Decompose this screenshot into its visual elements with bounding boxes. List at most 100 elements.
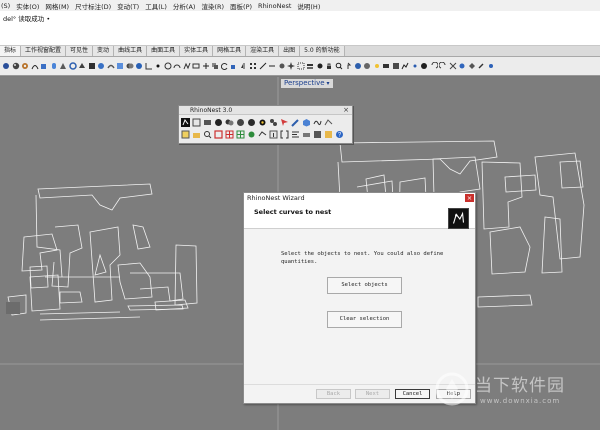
options-icon[interactable] xyxy=(420,62,428,70)
revolve-icon[interactable] xyxy=(97,62,105,70)
zoom-icon[interactable] xyxy=(335,62,343,70)
layer-icon[interactable] xyxy=(306,62,314,70)
save-icon[interactable] xyxy=(313,130,322,139)
sphere-icon[interactable] xyxy=(12,62,20,70)
tab-standard[interactable]: 指标 xyxy=(0,46,22,56)
objects-icon[interactable] xyxy=(225,118,234,127)
frame-red-icon[interactable] xyxy=(214,130,223,139)
printer-icon[interactable] xyxy=(302,130,311,139)
light-icon[interactable] xyxy=(373,62,381,70)
tab-visibility[interactable]: 可见性 xyxy=(66,46,94,56)
tab-solid-tools[interactable]: 实体工具 xyxy=(180,46,214,56)
pan-icon[interactable] xyxy=(344,62,352,70)
tab-mesh-tools[interactable]: 网格工具 xyxy=(213,46,247,56)
explode-icon[interactable] xyxy=(287,62,295,70)
viewport-label[interactable]: Perspective ▾ xyxy=(281,79,333,88)
lock-icon[interactable] xyxy=(325,62,333,70)
bracket-icon[interactable] xyxy=(280,130,289,139)
curve-icon[interactable] xyxy=(31,62,39,70)
menu-item-panels[interactable]: 面板(P) xyxy=(230,1,252,11)
select-icon[interactable] xyxy=(2,62,10,70)
nest-icon[interactable] xyxy=(468,62,476,70)
folder-icon[interactable] xyxy=(192,130,201,139)
menu-item-transform[interactable]: 变动(T) xyxy=(117,1,139,11)
stop-nest-icon[interactable] xyxy=(247,118,256,127)
menu-item-s[interactable]: (S) xyxy=(1,2,10,10)
box-icon[interactable] xyxy=(40,62,48,70)
contour-icon[interactable] xyxy=(258,130,267,139)
redo-icon[interactable] xyxy=(439,62,447,70)
render-icon[interactable] xyxy=(354,62,362,70)
refresh-icon[interactable] xyxy=(247,130,256,139)
hide-icon[interactable] xyxy=(316,62,324,70)
cone-icon[interactable] xyxy=(59,62,67,70)
export-icon[interactable] xyxy=(324,130,333,139)
help-icon[interactable]: ? xyxy=(335,130,344,139)
cylinder-icon[interactable] xyxy=(50,62,58,70)
menu-item-solid[interactable]: 实体(O) xyxy=(16,1,39,11)
rhinonest-toolbar-close-icon[interactable]: × xyxy=(343,106,349,115)
rectangle-icon[interactable] xyxy=(192,62,200,70)
menu-item-dimension[interactable]: 尺寸标注(D) xyxy=(75,1,111,11)
close-icon[interactable]: × xyxy=(465,194,474,202)
tab-drafting[interactable]: 出图 xyxy=(279,46,301,56)
properties-icon[interactable] xyxy=(392,62,400,70)
grid-green-icon[interactable] xyxy=(236,130,245,139)
sheet-icon[interactable] xyxy=(203,118,212,127)
boolean-union-icon[interactable] xyxy=(126,62,134,70)
info-icon[interactable] xyxy=(269,130,278,139)
sweep-icon[interactable] xyxy=(106,62,115,70)
grid-icon[interactable] xyxy=(449,62,457,70)
undo-icon[interactable] xyxy=(430,62,438,70)
pen-icon[interactable] xyxy=(477,62,485,70)
cancel-button[interactable]: Cancel xyxy=(395,389,430,399)
rhinonest-floating-toolbar[interactable]: RhinoNest 3.0 × ? xyxy=(178,105,353,144)
back-button[interactable]: Back xyxy=(316,389,351,399)
trim-icon[interactable] xyxy=(259,62,267,70)
fillet-icon[interactable] xyxy=(145,62,153,70)
menu-item-render[interactable]: 渲染(R) xyxy=(201,1,224,11)
arrow-icon[interactable] xyxy=(280,118,289,127)
nest-result-icon[interactable] xyxy=(258,118,267,127)
rotate-icon[interactable] xyxy=(220,62,229,70)
menu-item-tools[interactable]: 工具(L) xyxy=(145,1,167,11)
copy-icon[interactable] xyxy=(211,62,219,70)
patch-icon[interactable] xyxy=(116,62,124,70)
edit-icon[interactable] xyxy=(291,118,300,127)
grid-red-icon[interactable] xyxy=(225,130,234,139)
move-icon[interactable] xyxy=(202,62,210,70)
start-nest-icon[interactable] xyxy=(236,118,245,127)
wave-icon[interactable] xyxy=(313,118,322,127)
align-icon[interactable] xyxy=(291,130,300,139)
tab-viewport-layout[interactable]: 工作视窗配置 xyxy=(21,46,67,56)
tab-curve-tools[interactable]: 曲线工具 xyxy=(114,46,148,56)
tab-surface-tools[interactable]: 曲面工具 xyxy=(147,46,181,56)
loft-icon[interactable] xyxy=(88,62,96,70)
arc-icon[interactable] xyxy=(173,62,181,70)
new-nest-icon[interactable] xyxy=(192,118,201,127)
tab-new-in-v5[interactable]: 5.0 的新功能 xyxy=(300,46,345,56)
array-icon[interactable] xyxy=(249,62,257,70)
extrude-icon[interactable] xyxy=(78,62,86,70)
chevron-down-icon[interactable]: ▾ xyxy=(327,80,330,87)
rhinonest-toolbar-title[interactable]: RhinoNest 3.0 xyxy=(179,106,352,115)
polyline-icon[interactable] xyxy=(183,62,191,70)
group-icon[interactable] xyxy=(297,62,305,70)
select-objects-button[interactable]: Select objects xyxy=(327,277,402,294)
torus-icon[interactable] xyxy=(68,62,77,70)
nest-logo-icon[interactable] xyxy=(181,118,190,127)
gear-icon[interactable] xyxy=(21,62,29,70)
analyze-icon[interactable] xyxy=(401,62,409,70)
join-icon[interactable] xyxy=(278,62,286,70)
command-area[interactable]: del° 读取成功 • xyxy=(0,11,600,46)
circle-icon[interactable] xyxy=(164,62,172,70)
menu-item-rhinonest[interactable]: RhinoNest xyxy=(258,2,291,10)
tab-render-tools[interactable]: 渲染工具 xyxy=(246,46,280,56)
cube-icon[interactable] xyxy=(302,118,311,127)
snap-icon[interactable] xyxy=(411,62,419,70)
ungroup-icon[interactable] xyxy=(269,118,278,127)
menu-item-analyze[interactable]: 分析(A) xyxy=(173,1,196,11)
camera-icon[interactable] xyxy=(382,62,390,70)
help-link-icon[interactable] xyxy=(324,118,333,127)
menu-item-help[interactable]: 说明(H) xyxy=(297,1,320,11)
